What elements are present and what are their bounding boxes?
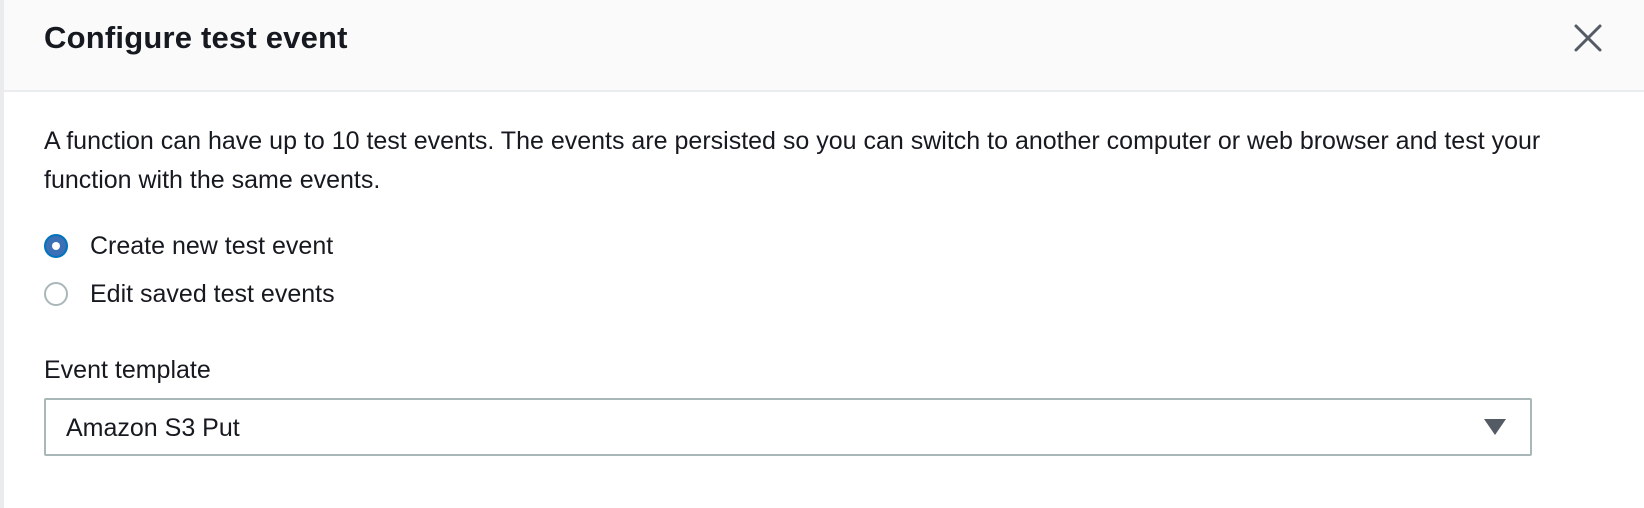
modal-title: Configure test event [44, 20, 348, 55]
radio-button-unchecked[interactable] [44, 282, 68, 306]
modal-description: A function can have up to 10 test events… [44, 127, 1541, 194]
configure-test-event-modal: Configure test event A function can have… [0, 0, 1644, 508]
event-template-select[interactable]: Amazon S3 Put [44, 398, 1532, 456]
radio-label-create-new: Create new test event [90, 232, 334, 260]
caret-down-icon [1484, 419, 1506, 435]
modal-header: Configure test event [4, 0, 1644, 92]
close-icon [1574, 24, 1602, 52]
event-template-value: Amazon S3 Put [66, 414, 240, 442]
close-button[interactable] [1564, 14, 1612, 62]
event-template-label: Event template [44, 356, 211, 384]
radio-edit-saved-test-events[interactable]: Edit saved test events [44, 278, 335, 310]
radio-create-new-test-event[interactable]: Create new test event [44, 230, 333, 262]
radio-label-edit-saved: Edit saved test events [90, 280, 335, 308]
radio-button-checked[interactable] [44, 234, 68, 258]
